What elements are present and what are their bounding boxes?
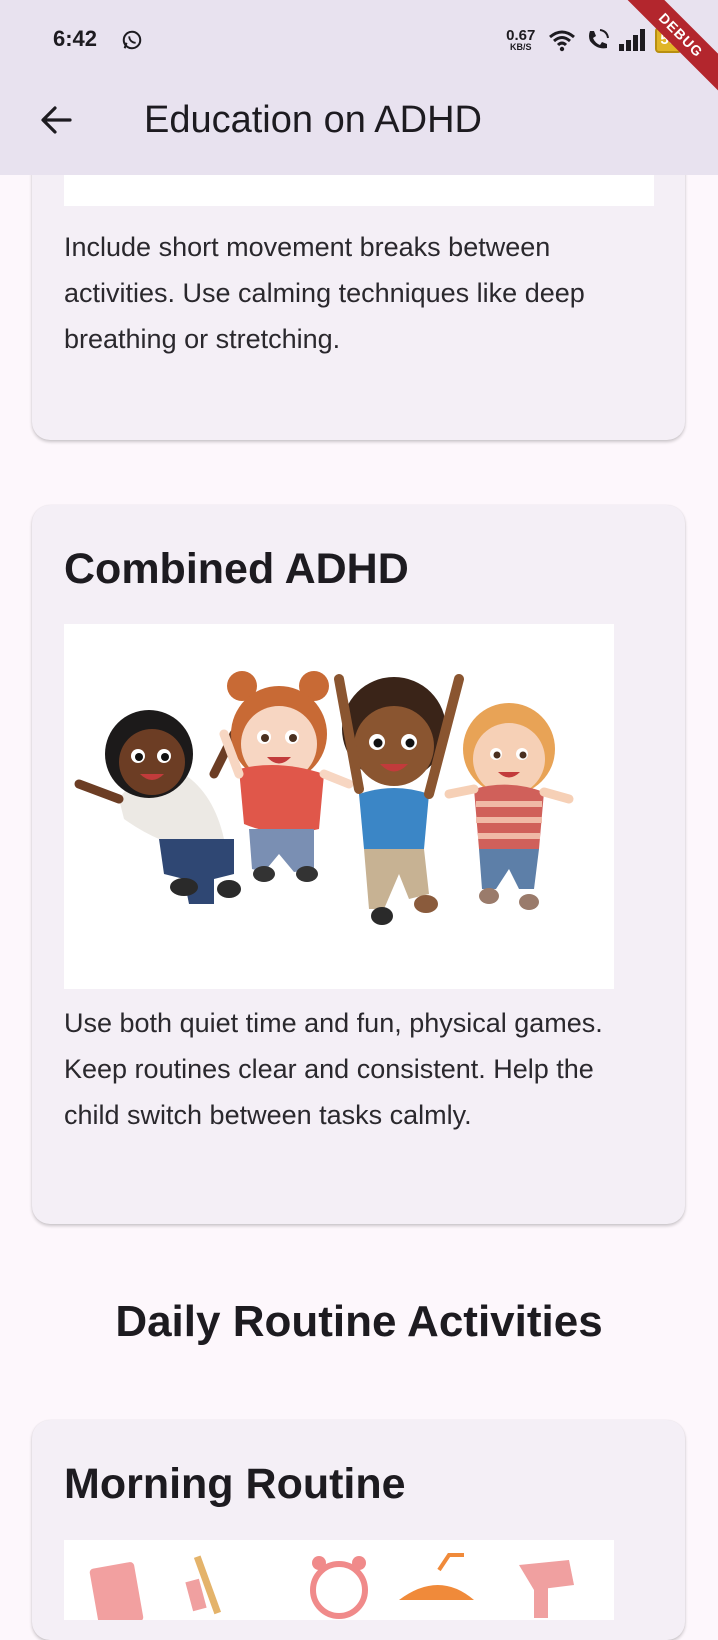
network-speed-unit: KB/S [509,42,532,52]
section-heading: Daily Routine Activities [115,1297,603,1346]
arrow-back-icon [41,106,72,134]
kids-jumping-image [64,624,614,989]
card-title: Combined ADHD [64,545,409,593]
card-title: Morning Routine [64,1460,406,1508]
network-speed: 0.67 KB/S [506,28,535,52]
kids-illustration [74,671,574,925]
combined-adhd-card: Combined ADHD Use both quiet time and fu… [32,505,685,1224]
wifi-icon [549,30,576,52]
whatsapp-icon [122,30,142,50]
back-button[interactable] [32,96,80,144]
morning-routine-card: Morning Routine [32,1420,685,1640]
status-time: 6:42 [53,26,98,51]
card-description: Include short movement breaks between ac… [64,232,585,354]
morning-routine-image [64,1540,614,1620]
routine-items-illustration [89,1553,574,1620]
card-description: Use both quiet time and fun, physical ga… [64,1008,603,1130]
app-bar: 6:42 0.67 KB/S 50 DEBUG [0,0,718,175]
page-title: Education on ADHD [144,99,482,141]
signal-icon [619,29,646,51]
network-speed-value: 0.67 [506,27,536,44]
wifi-calling-icon [589,29,610,49]
